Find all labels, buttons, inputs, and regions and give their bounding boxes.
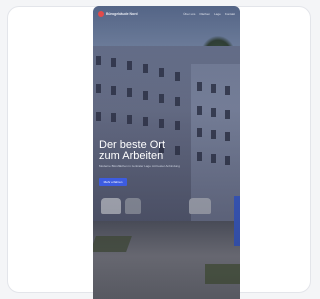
brand-name[interactable]: Bürogebäude Nord bbox=[106, 12, 138, 16]
nav-link-spaces[interactable]: Flächen bbox=[199, 12, 210, 16]
hero-subtitle: Moderne Büroflächen in zentraler Lage mi… bbox=[99, 164, 180, 168]
nav-link-contact[interactable]: Kontakt bbox=[225, 12, 235, 16]
nav-link-about[interactable]: Über uns bbox=[183, 12, 195, 16]
hero-title-line-2: zum Arbeiten bbox=[99, 150, 164, 162]
nav-link-location[interactable]: Lage bbox=[214, 12, 221, 16]
nav-links: Über uns Flächen Lage Kontakt bbox=[183, 12, 235, 16]
mobile-site-preview[interactable]: Bürogebäude Nord Über uns Flächen Lage K… bbox=[93, 6, 240, 299]
cta-button[interactable]: Mehr erfahren bbox=[99, 178, 127, 186]
hero-title: Der beste Ort zum Arbeiten bbox=[99, 140, 219, 162]
logo-icon[interactable] bbox=[98, 11, 104, 17]
top-navigation: Bürogebäude Nord Über uns Flächen Lage K… bbox=[93, 6, 240, 22]
